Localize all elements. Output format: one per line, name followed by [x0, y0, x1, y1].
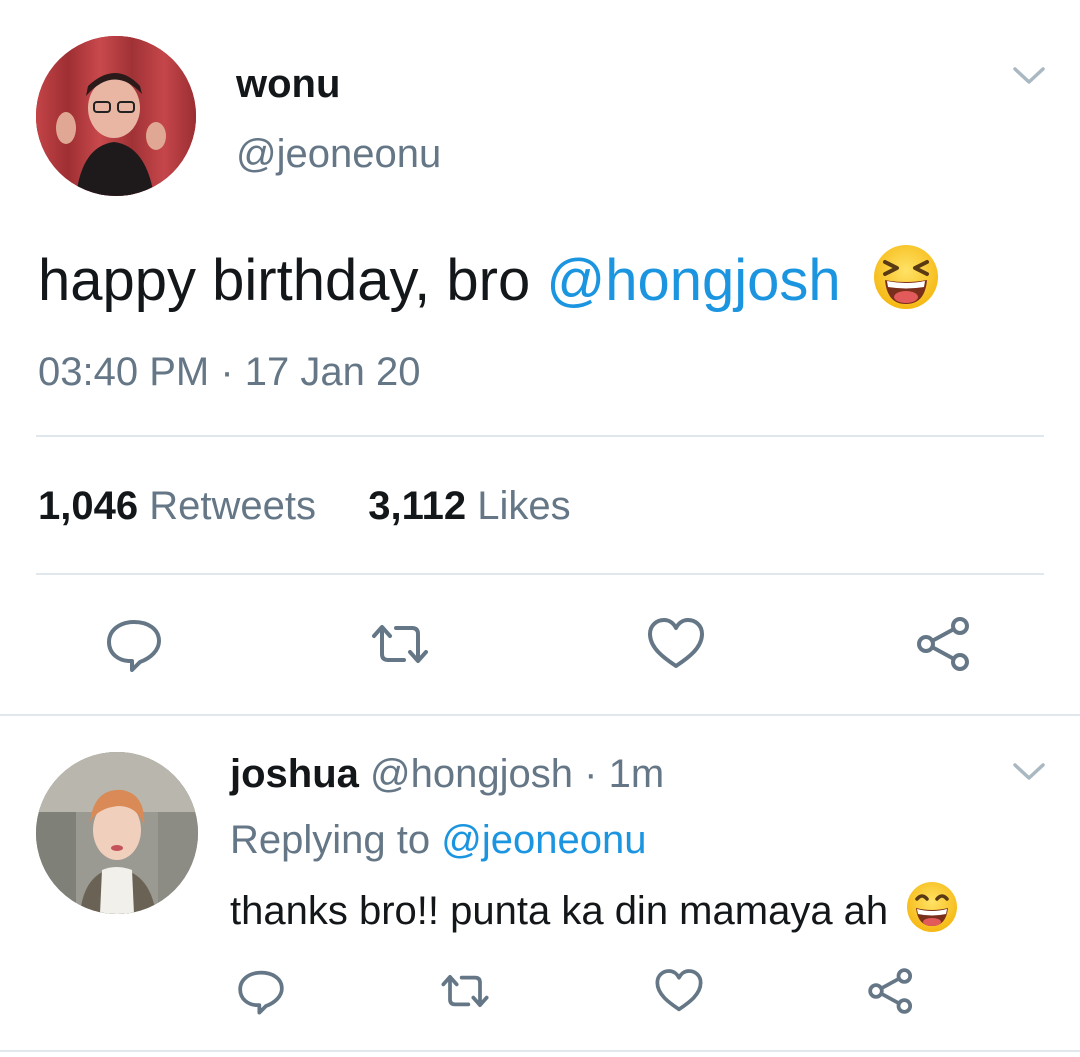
reply-text-content: thanks bro!! punta ka din mamaya ah [230, 889, 889, 933]
retweet-button[interactable] [370, 614, 430, 679]
tweet-time: 03:40 PM [38, 350, 210, 394]
reply-author-handle[interactable]: @hongjosh [370, 752, 573, 796]
author-handle[interactable]: @jeoneonu [236, 130, 441, 178]
mention-link[interactable]: @hongjosh [546, 248, 840, 313]
reply-options-chevron[interactable] [1012, 762, 1046, 787]
heart-icon [655, 969, 703, 1012]
retweet-icon [372, 625, 428, 663]
tweet-options-chevron[interactable] [1012, 66, 1046, 91]
replying-to-label: Replying to [230, 818, 431, 862]
retweets-stat[interactable]: 1,046 Retweets [38, 484, 316, 528]
timestamp-separator: · [220, 350, 234, 394]
avatar-wonu-photo [36, 36, 196, 196]
reply-relative-time[interactable]: 1m [609, 752, 665, 796]
likes-stat[interactable]: 3,112 Likes [368, 484, 570, 528]
reply-text: thanks bro!! punta ka din mamaya ah [230, 880, 959, 935]
divider [0, 1050, 1080, 1052]
tweet-text-plain: happy birthday, bro [38, 248, 547, 313]
replying-to: Replying to @jeoneonu [230, 816, 646, 864]
share-icon [917, 617, 969, 671]
chevron-down-icon [1013, 67, 1045, 84]
like-button[interactable] [646, 614, 706, 679]
reply-like-button[interactable] [654, 966, 704, 1021]
avatar[interactable] [36, 36, 196, 196]
author-display-name[interactable]: wonu [236, 60, 340, 108]
reply-author-display-name[interactable]: joshua [230, 752, 359, 796]
retweet-icon [441, 974, 489, 1008]
replying-to-handle[interactable]: @jeoneonu [441, 818, 646, 862]
tweet-stats: 1,046 Retweets 3,112 Likes [38, 482, 571, 530]
share-icon [868, 968, 913, 1014]
retweets-label: Retweets [149, 484, 316, 528]
grinning-face-icon [907, 882, 958, 932]
reply-icon [107, 620, 161, 672]
likes-label: Likes [477, 484, 571, 528]
divider [36, 573, 1044, 575]
reply-reply-button[interactable] [236, 966, 286, 1021]
tweet-timestamp: 03:40 PM · 17 Jan 20 [38, 348, 421, 396]
tweet-date[interactable]: 17 Jan 20 [245, 350, 421, 394]
tweet-text: happy birthday, bro @hongjosh [38, 242, 941, 319]
reply-separator: · [584, 752, 598, 796]
divider [0, 714, 1080, 716]
reply-share-button[interactable] [866, 966, 916, 1021]
avatar[interactable] [36, 752, 198, 914]
reply-button[interactable] [104, 614, 164, 679]
chevron-down-icon [1013, 763, 1045, 780]
retweets-count: 1,046 [38, 484, 139, 528]
divider [36, 435, 1044, 437]
reply-icon [238, 970, 284, 1015]
laughing-face-icon [873, 245, 938, 309]
likes-count: 3,112 [368, 484, 467, 528]
reply-header: joshua @hongjosh · 1m [230, 750, 664, 798]
share-button[interactable] [914, 614, 974, 679]
avatar-joshua-photo [36, 752, 198, 914]
heart-icon [648, 618, 704, 668]
reply-retweet-button[interactable] [440, 966, 490, 1021]
